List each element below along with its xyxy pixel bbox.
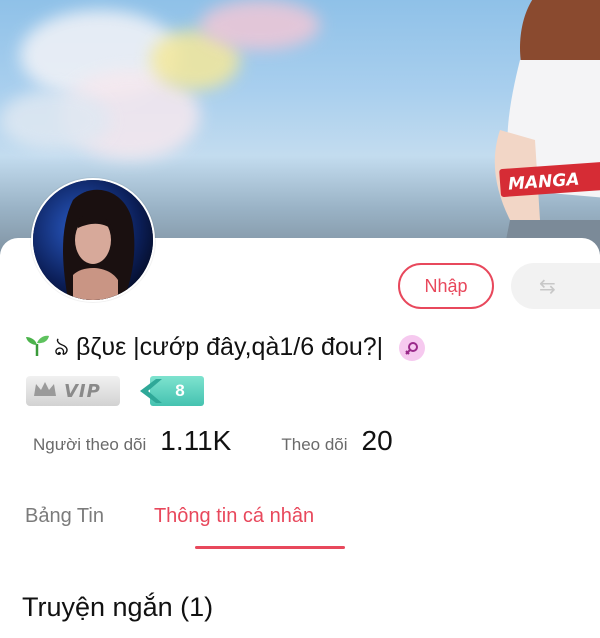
following-label: Theo dõi <box>281 435 348 454</box>
avatar[interactable] <box>31 178 155 302</box>
level-value: 8 <box>175 381 185 400</box>
import-button-label: Nhập <box>424 275 468 296</box>
vip-label: VIP <box>64 380 101 402</box>
sprout-icon <box>24 332 50 365</box>
level-badge: 8 <box>134 376 206 406</box>
followers-count[interactable]: 1.11K <box>160 425 231 457</box>
stats-row: Người theo dõi 1.11K Theo dõi 20 <box>33 425 393 461</box>
avatar-photo <box>33 180 153 300</box>
tab-personal-info[interactable]: Thông tin cá nhân <box>154 505 314 528</box>
active-tab-indicator <box>195 546 345 549</box>
import-button[interactable]: Nhập <box>398 263 494 309</box>
tab-feed[interactable]: Bảng Tin <box>25 505 104 528</box>
level-chevron-icon <box>140 379 162 403</box>
profile-tabs: Bảng Tin Thông tin cá nhân <box>25 505 314 528</box>
display-name: ঌ βζυε |cướp đây,qà1/6 đou?| <box>54 332 384 361</box>
crown-icon <box>32 380 58 403</box>
share-button[interactable]: ⇆ <box>511 263 600 309</box>
badges-row: VIP 8 <box>26 375 206 407</box>
section-title: Truyện ngắn (1) <box>22 592 214 622</box>
vip-badge: VIP <box>26 376 120 406</box>
following-count[interactable]: 20 <box>362 425 393 457</box>
share-icon: ⇆ <box>539 275 556 298</box>
followers-label: Người theo dõi <box>33 435 147 454</box>
female-icon <box>399 335 426 361</box>
profile-name-row: ঌ βζυε |cướp đây,qà1/6 đou?| <box>24 328 426 368</box>
manga-character-illustration: MANGA <box>494 0 600 260</box>
